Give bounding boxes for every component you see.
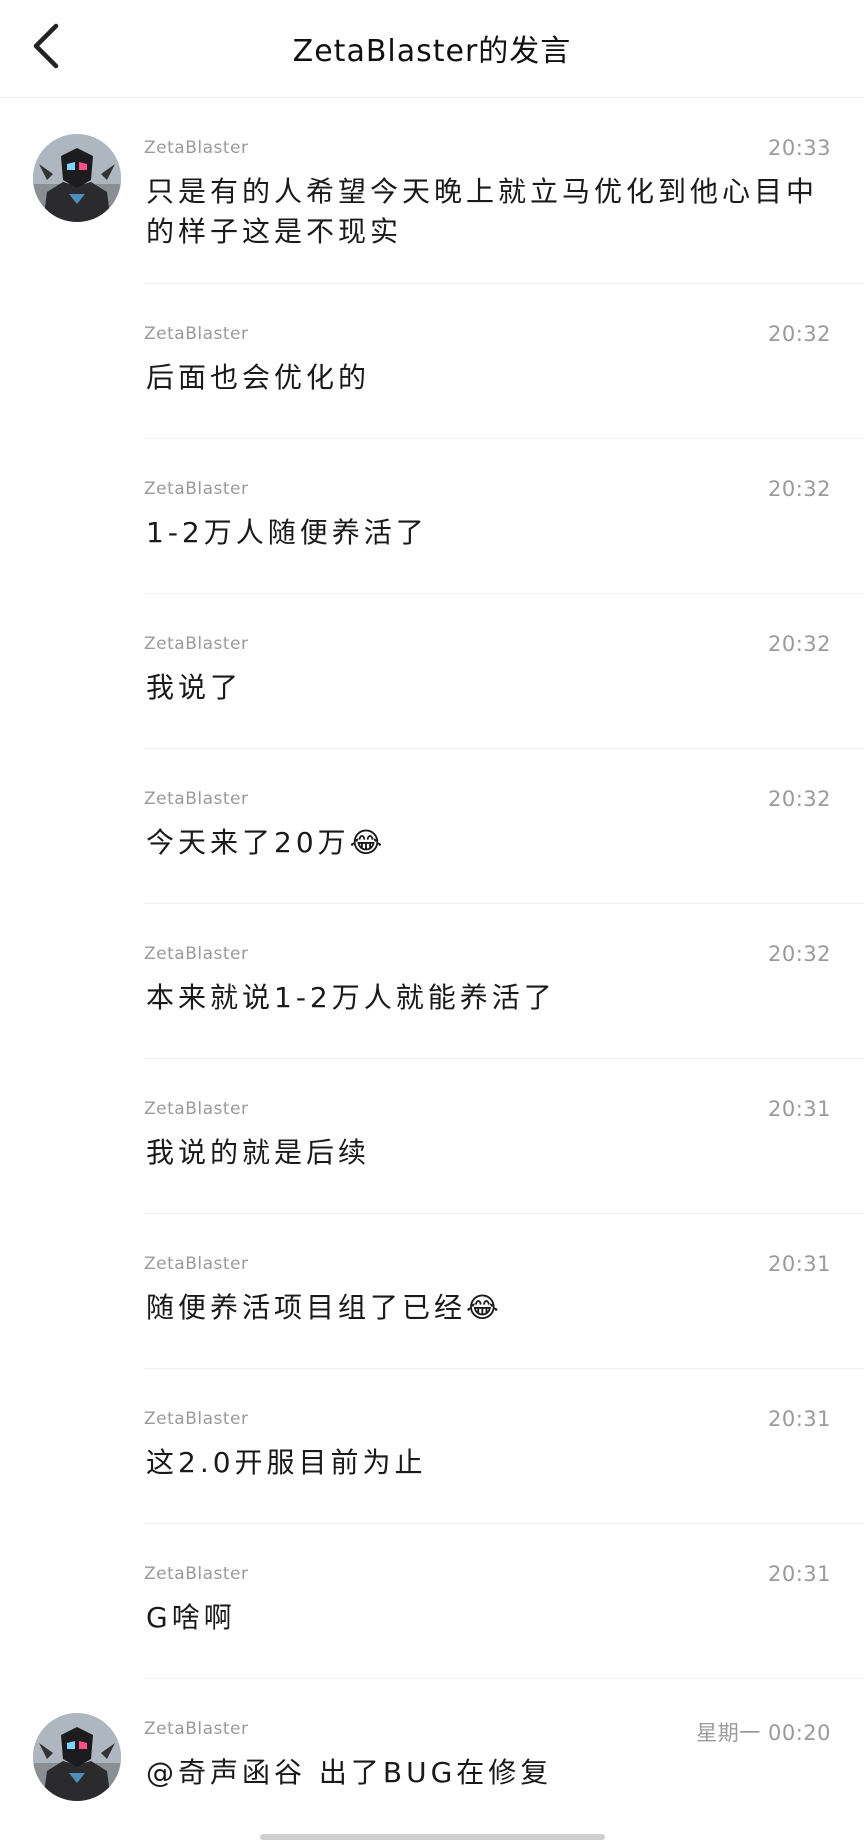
message-item[interactable]: ZetaBlaster 20:32 本来就说1-2万人就能养活了 <box>0 904 864 1059</box>
message-text: 只是有的人希望今天晚上就立马优化到他心目中的样子这是不现实 <box>146 175 819 248</box>
message-time: 20:33 <box>767 136 831 160</box>
message-time: 20:32 <box>767 322 831 346</box>
message-text: 1-2万人随便养活了 <box>146 516 428 549</box>
page-title: ZetaBlaster的发言 <box>292 34 572 69</box>
message-author[interactable]: ZetaBlaster <box>144 1564 248 1584</box>
message-list[interactable]: ZetaBlaster 20:33 只是有的人希望今天晚上就立马优化到他心目中的… <box>0 98 864 1834</box>
message-item[interactable]: ZetaBlaster 20:31 这2.0开服目前为止 <box>0 1369 864 1524</box>
message-text: 本来就说1-2万人就能养活了 <box>146 981 556 1014</box>
message-body: ZetaBlaster 20:32 后面也会优化的 <box>144 284 864 439</box>
message-text: 今天来了20万😂 <box>146 826 387 859</box>
message-text: G啥啊 <box>146 1601 236 1634</box>
message-author[interactable]: ZetaBlaster <box>144 1719 248 1739</box>
message-time: 20:32 <box>767 477 831 501</box>
message-text: 我说了 <box>146 671 243 704</box>
avatar-image <box>33 134 121 222</box>
avatar[interactable] <box>33 134 121 222</box>
message-body: ZetaBlaster 20:31 随便养活项目组了已经😂 <box>144 1214 864 1369</box>
message-time: 20:32 <box>767 942 831 966</box>
message-time: 20:32 <box>767 787 831 811</box>
message-author[interactable]: ZetaBlaster <box>144 634 248 654</box>
message-author[interactable]: ZetaBlaster <box>144 944 248 964</box>
message-author[interactable]: ZetaBlaster <box>144 1409 248 1429</box>
message-author[interactable]: ZetaBlaster <box>144 1099 248 1119</box>
message-author[interactable]: ZetaBlaster <box>144 479 248 499</box>
message-time: 20:31 <box>767 1097 831 1121</box>
message-text: @奇声函谷 出了BUG在修复 <box>146 1756 553 1789</box>
message-body: ZetaBlaster 星期一 00:20 @奇声函谷 出了BUG在修复 <box>144 1679 864 1834</box>
message-text: 这2.0开服目前为止 <box>146 1446 427 1479</box>
message-text: 我说的就是后续 <box>146 1136 371 1169</box>
header-bar: ZetaBlaster的发言 <box>0 0 864 98</box>
message-time: 星期一 00:20 <box>696 1721 831 1745</box>
message-item[interactable]: ZetaBlaster 20:33 只是有的人希望今天晚上就立马优化到他心目中的… <box>0 98 864 284</box>
message-body: ZetaBlaster 20:31 G啥啊 <box>144 1524 864 1679</box>
message-item[interactable]: ZetaBlaster 20:31 G啥啊 <box>0 1524 864 1679</box>
message-text: 随便养活项目组了已经😂 <box>146 1291 503 1324</box>
message-time: 20:32 <box>767 632 831 656</box>
message-item[interactable]: ZetaBlaster 20:32 1-2万人随便养活了 <box>0 439 864 594</box>
message-item[interactable]: ZetaBlaster 20:32 后面也会优化的 <box>0 284 864 439</box>
message-author[interactable]: ZetaBlaster <box>144 1254 248 1274</box>
message-author[interactable]: ZetaBlaster <box>144 324 248 344</box>
message-body: ZetaBlaster 20:31 我说的就是后续 <box>144 1059 864 1214</box>
message-body: ZetaBlaster 20:33 只是有的人希望今天晚上就立马优化到他心目中的… <box>144 98 864 284</box>
message-body: ZetaBlaster 20:32 本来就说1-2万人就能养活了 <box>144 904 864 1059</box>
message-body: ZetaBlaster 20:31 这2.0开服目前为止 <box>144 1369 864 1524</box>
home-indicator[interactable] <box>260 1834 605 1840</box>
message-item[interactable]: ZetaBlaster 20:32 我说了 <box>0 594 864 749</box>
message-author[interactable]: ZetaBlaster <box>144 138 248 158</box>
message-item[interactable]: ZetaBlaster 20:31 随便养活项目组了已经😂 <box>0 1214 864 1369</box>
message-time: 20:31 <box>767 1407 831 1431</box>
message-author[interactable]: ZetaBlaster <box>144 789 248 809</box>
message-item[interactable]: ZetaBlaster 20:32 今天来了20万😂 <box>0 749 864 904</box>
message-time: 20:31 <box>767 1562 831 1586</box>
message-text: 后面也会优化的 <box>146 361 371 394</box>
avatar-image <box>33 1713 121 1801</box>
message-body: ZetaBlaster 20:32 今天来了20万😂 <box>144 749 864 904</box>
avatar[interactable] <box>33 1713 121 1801</box>
message-body: ZetaBlaster 20:32 1-2万人随便养活了 <box>144 439 864 594</box>
message-item[interactable]: ZetaBlaster 20:31 我说的就是后续 <box>0 1059 864 1214</box>
message-item[interactable]: ZetaBlaster 星期一 00:20 @奇声函谷 出了BUG在修复 <box>0 1679 864 1834</box>
message-time: 20:31 <box>767 1252 831 1276</box>
message-body: ZetaBlaster 20:32 我说了 <box>144 594 864 749</box>
